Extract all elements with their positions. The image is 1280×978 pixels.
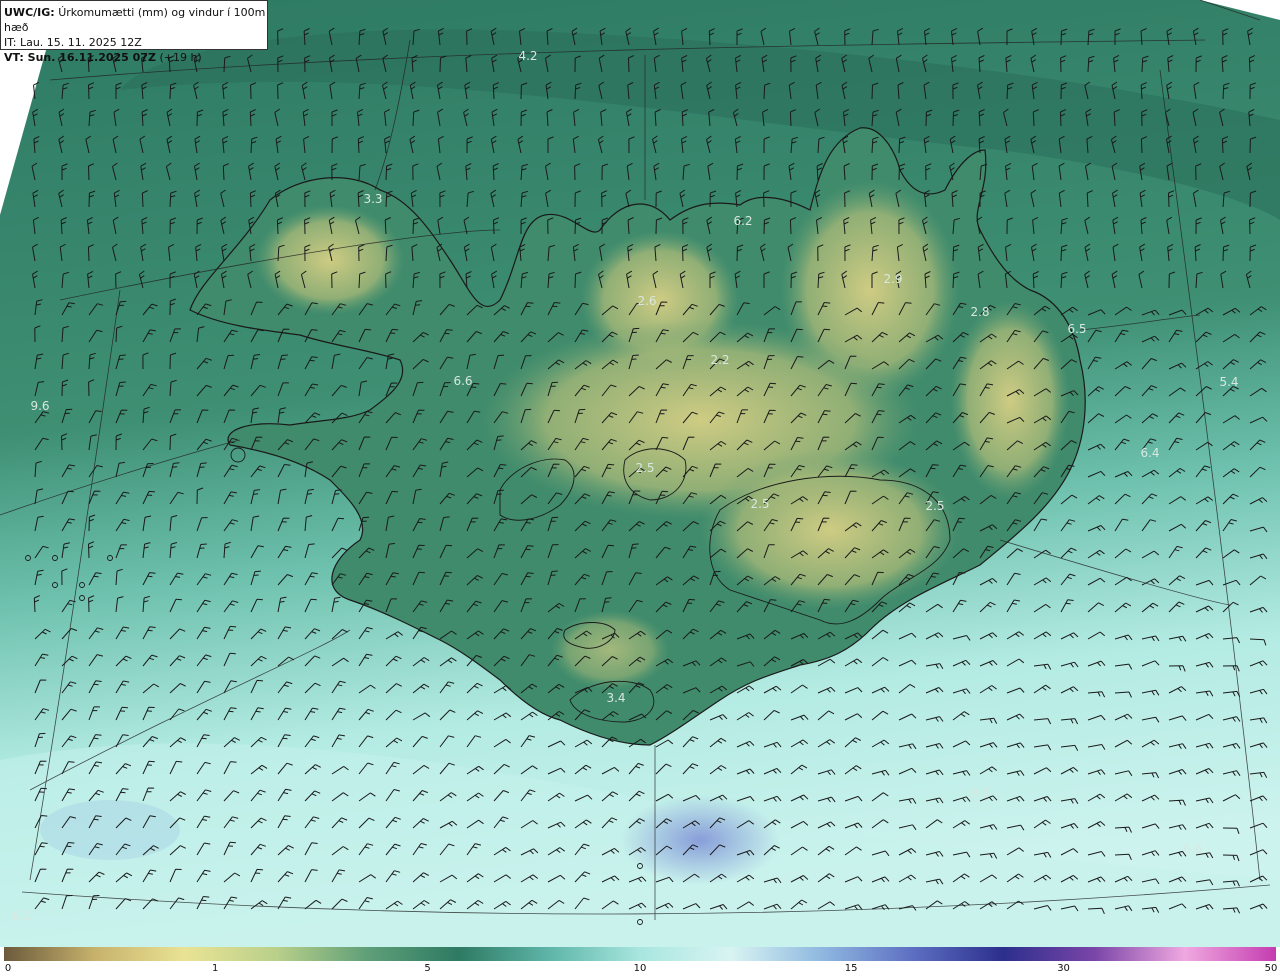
value-label: 5.4 [1219,375,1238,389]
value-label: 2.9 [883,272,902,286]
product-code: UWC/IG: [4,6,55,19]
value-label: 6.5 [1067,322,1086,336]
precip-maximum-south [620,795,780,885]
colorbar: 0 1 5 10 15 30 50 [0,947,1280,978]
value-label: 6.2 [733,214,752,228]
value-label: 9.6 [30,399,49,413]
colorbar-tick-label: 50 [1264,963,1278,974]
value-label: 6.6 [1183,842,1202,856]
precipitation-wind-map: 4.2 3.3 6.2 2.9 2.8 6.5 2.6 2.2 6.6 9.6 … [0,0,1280,947]
lead-time: (+19 h) [159,51,202,64]
value-label: 6.4 [1140,446,1159,460]
issue-time: IT: Lau. 15. 11. 2025 12Z [4,36,142,49]
highland-south [550,610,670,690]
map-header: UWC/IG: Úrkomumætti (mm) og vindur í 100… [0,0,268,64]
value-label: 6.6 [453,374,472,388]
colorbar-tick-label: 1 [211,963,219,974]
value-label: 2.6 [637,294,656,308]
colorbar-tick-label: 10 [633,963,647,974]
valid-time-line: VT: Sun. 16.11.2025 07Z (+19 h) [4,50,267,65]
value-label: 2.5 [925,499,944,513]
valid-time: VT: Sun. 16.11.2025 07Z [4,51,156,64]
colorbar-tick-label: 30 [1057,963,1070,974]
highland-east [950,300,1070,500]
header-title-line: UWC/IG: Úrkomumætti (mm) og vindur í 100… [4,5,267,35]
colorbar-tick-label: 5 [424,963,431,974]
colorbar-tick-label: 15 [844,963,858,974]
value-label: 2.5 [635,461,654,475]
colorbar-tick-label: 0 [4,963,12,974]
value-label: 6.2 [12,909,31,923]
value-label: 2.5 [750,497,769,511]
value-label: 3.4 [606,691,625,705]
value-label: 2.2 [710,353,729,367]
highland-southeast [700,450,960,610]
value-label: 2.8 [970,305,989,319]
colorbar-strip [4,947,1276,961]
value-label: 9.6 [970,786,989,800]
value-label: 3.3 [363,192,382,206]
value-label: 4.2 [518,49,537,63]
precip-maximum-sw [40,800,180,860]
